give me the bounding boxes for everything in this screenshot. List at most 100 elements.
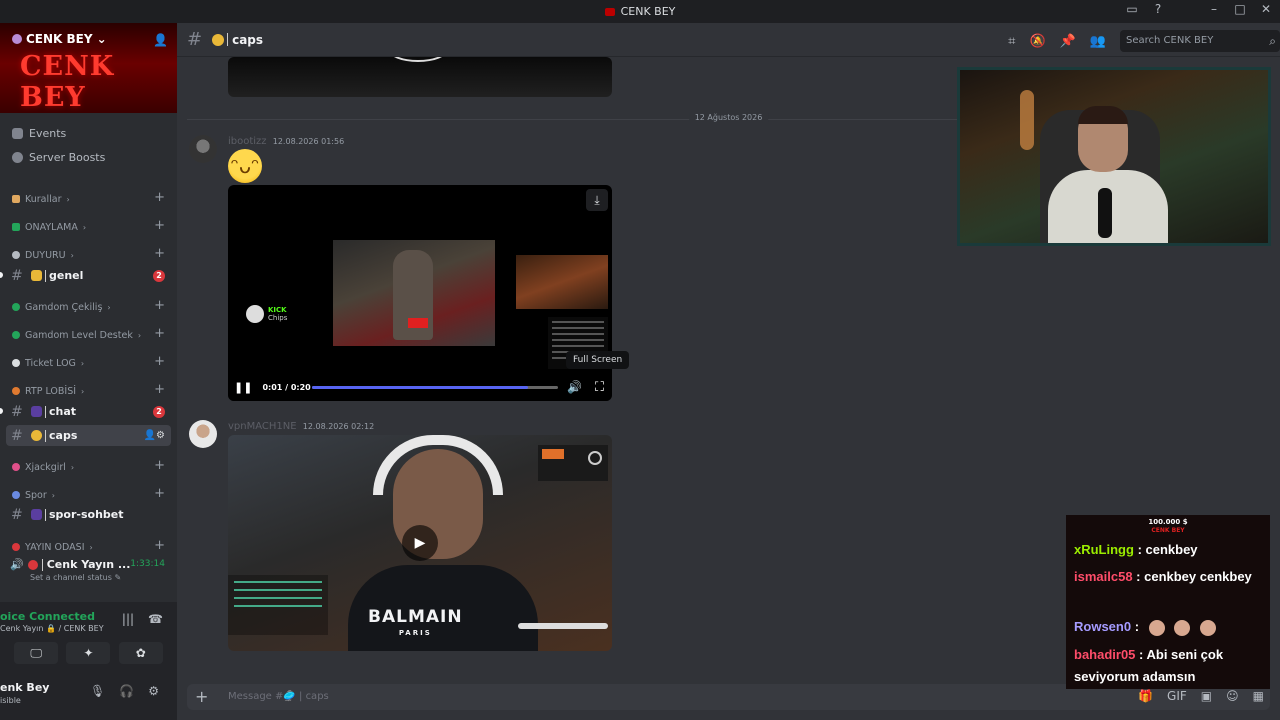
chevron-right-icon: ›	[89, 542, 93, 552]
apps-icon[interactable]: ▦	[1253, 689, 1264, 703]
channel-caps[interactable]: # caps 👤⚙	[6, 425, 171, 446]
category-onaylama[interactable]: ONAYLAMA › +	[12, 218, 167, 234]
search-input[interactable]: Search CENK BEY ⌕	[1120, 30, 1280, 52]
voice-connected-status[interactable]: oice Connected	[0, 610, 95, 623]
download-icon[interactable]: ⤓	[586, 189, 608, 211]
add-channel-icon[interactable]: +	[154, 486, 165, 501]
chevron-right-icon: ›	[66, 194, 70, 204]
channel-genel[interactable]: # genel 2	[6, 265, 171, 286]
voice-channel[interactable]: 🔊 Cenk Yayın ... 1:33:14 Set a channel s…	[10, 558, 171, 592]
volume-icon[interactable]: 🔊	[567, 380, 582, 394]
user-settings-icon[interactable]: ⚙	[148, 684, 159, 698]
nav-events[interactable]: Events	[12, 127, 66, 140]
chevron-right-icon: ›	[80, 358, 85, 368]
sticker-icon[interactable]: ▣	[1201, 689, 1212, 703]
chevron-right-icon: ›	[107, 302, 111, 312]
emoji-picker-icon[interactable]: ☺	[1226, 689, 1239, 703]
kick-logo: KICK Chips	[246, 305, 287, 323]
server-banner[interactable]: CENK BEY ⌄ 👤 CENK BEY	[0, 23, 177, 113]
video-player[interactable]: KICK Chips ⤓ ❚❚ 0:01 / 0:20 🔊 ⛶	[228, 185, 612, 401]
noise-suppression-icon[interactable]: |||	[122, 612, 134, 626]
screen-share-button[interactable]: 🖵	[14, 642, 59, 664]
member-list-icon[interactable]: 👥	[1090, 34, 1106, 49]
channel-emoji-icon	[31, 509, 42, 520]
category-spor[interactable]: Spor › +	[12, 486, 167, 502]
add-channel-icon[interactable]: +	[154, 354, 165, 369]
live-dot-icon	[12, 543, 20, 551]
maximize-button[interactable]: □	[1232, 2, 1248, 16]
message-author[interactable]: ibootizz 12.08.2026 01:56	[228, 136, 344, 147]
category-gamdom-level-destek[interactable]: Gamdom Level Destek › +	[12, 326, 167, 342]
category-xjackgirl[interactable]: Xjackgirl › +	[12, 458, 167, 474]
category-gamdom-cekilis[interactable]: Gamdom Çekiliş › +	[12, 298, 167, 314]
invite-people-icon[interactable]: 👤	[153, 33, 168, 47]
headphones-icon[interactable]: 🎧	[119, 684, 134, 698]
server-icon	[12, 34, 22, 44]
previous-media-attachment[interactable]	[228, 57, 612, 97]
avatar[interactable]	[189, 135, 217, 163]
add-channel-icon[interactable]: +	[154, 298, 165, 313]
mention-badge: 2	[153, 405, 165, 418]
play-icon[interactable]: ▶	[402, 525, 438, 561]
add-channel-icon[interactable]: +	[154, 218, 165, 233]
soundboard-button[interactable]: ✿	[118, 642, 163, 664]
add-channel-icon[interactable]: +	[154, 246, 165, 261]
category-yayin-odasi[interactable]: YAYIN ODASI › +	[12, 538, 167, 554]
channel-spor-sohbet[interactable]: # spor-sohbet	[6, 504, 171, 525]
category-kurallar[interactable]: Kurallar › +	[12, 190, 167, 206]
microphone-icon[interactable]: 🎙	[90, 684, 105, 698]
channel-chat[interactable]: # chat 2	[6, 401, 171, 422]
video-attachment[interactable]: BALMAIN PARIS ▶	[228, 435, 612, 651]
circle-icon	[12, 359, 20, 367]
grinning-emoji-icon: ᵔᴗᵔ	[228, 149, 262, 183]
add-channel-icon[interactable]: +	[154, 190, 165, 205]
activity-button[interactable]: ✦	[66, 642, 111, 664]
check-icon	[12, 223, 20, 231]
voice-elapsed-time: 1:33:14	[130, 559, 165, 569]
category-duyuru[interactable]: DUYURU › +	[12, 246, 167, 262]
attach-plus-icon[interactable]: +	[195, 687, 208, 706]
category-ticket-log[interactable]: Ticket LOG › +	[12, 354, 167, 370]
pinned-messages-icon[interactable]: 📌	[1060, 34, 1076, 49]
headphones-graphic	[373, 435, 503, 495]
channel-settings-icon[interactable]: 👤⚙	[144, 430, 165, 441]
banner-title: CENK BEY	[20, 51, 115, 113]
notification-settings-icon[interactable]: 🔕	[1029, 34, 1045, 49]
video-frame	[333, 240, 495, 346]
gift-icon[interactable]: 🎁	[1138, 689, 1153, 703]
add-channel-icon[interactable]: +	[154, 382, 165, 397]
threads-icon[interactable]: ⌗	[1008, 34, 1015, 49]
message-author[interactable]: vpnMACH1NE 12.08.2026 02:12	[228, 421, 374, 432]
channel-status-prompt[interactable]: Set a channel status ✎	[30, 573, 171, 582]
minimize-button[interactable]: –	[1206, 2, 1222, 16]
inbox-icon[interactable]: ▭	[1124, 2, 1140, 16]
close-button[interactable]: ✕	[1258, 2, 1274, 16]
hash-icon: #	[187, 29, 203, 50]
server-name[interactable]: CENK BEY ⌄	[12, 32, 107, 46]
user-status: isible	[0, 696, 21, 705]
gem-icon	[12, 331, 20, 339]
category-rtp-lobisi[interactable]: RTP LOBİSİ › +	[12, 382, 167, 398]
username[interactable]: enk Bey	[0, 681, 49, 694]
chevron-right-icon: ›	[81, 386, 85, 396]
live-dot-icon	[27, 559, 38, 570]
pause-icon[interactable]: ❚❚	[234, 381, 252, 394]
unread-indicator	[0, 272, 3, 278]
nav-server-boosts[interactable]: Server Boosts	[12, 151, 105, 164]
hash-icon: #	[11, 403, 23, 420]
add-channel-icon[interactable]: +	[154, 458, 165, 473]
fullscreen-icon[interactable]: ⛶	[595, 380, 604, 395]
disconnect-icon[interactable]: ☎	[148, 612, 163, 626]
video-seek-bar[interactable]	[312, 385, 558, 389]
hash-icon: #	[11, 427, 23, 444]
message-input[interactable]: Message #🥏 | caps	[228, 691, 329, 702]
megaphone-icon	[12, 251, 20, 259]
add-channel-icon[interactable]: +	[154, 538, 165, 553]
heart-icon	[12, 463, 20, 471]
add-channel-icon[interactable]: +	[154, 326, 165, 341]
chat-message: ismailc58 : cenkbey cenkbey	[1074, 569, 1252, 584]
help-icon[interactable]: ?	[1150, 2, 1166, 16]
avatar[interactable]	[189, 420, 217, 448]
gif-icon[interactable]: GIF	[1167, 689, 1187, 703]
hash-icon: #	[11, 267, 23, 284]
